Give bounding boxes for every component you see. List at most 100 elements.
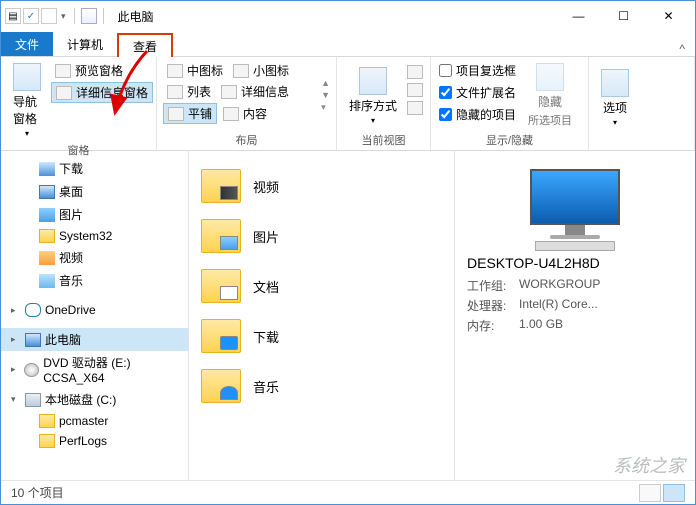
ribbon-collapse-button[interactable]: ^: [669, 42, 695, 56]
detail-row: 内存:1.00 GB: [467, 317, 683, 334]
music-icon: [39, 274, 55, 288]
ribbon-group-layout: 中图标 小图标 列表 详细信息 平铺 内容 ▲ ▼ ▾ 布局: [157, 57, 337, 150]
tree-system32[interactable]: System32: [1, 226, 188, 246]
tab-computer[interactable]: 计算机: [53, 32, 117, 56]
item-checkboxes-toggle[interactable]: 项目复选框: [437, 61, 518, 80]
list-icon: [167, 85, 183, 99]
layout-list[interactable]: 列表: [163, 82, 215, 101]
window-controls: — ☐ ✕: [556, 2, 691, 30]
ribbon-group-label: 当前视图: [343, 130, 424, 148]
quick-access-toolbar: ▤ ✓ ▾: [5, 8, 68, 24]
folder-icon: [39, 414, 55, 428]
file-extensions-toggle[interactable]: 文件扩展名: [437, 83, 518, 102]
pictures-icon: [39, 208, 55, 222]
folder-videos-icon: [201, 169, 241, 203]
ribbon-group-options: 选项 ▾: [589, 57, 695, 150]
scroll-up-icon[interactable]: ▲: [321, 78, 330, 88]
chevron-down-icon: ▾: [371, 116, 375, 125]
layout-medium-icons[interactable]: 中图标: [163, 61, 227, 80]
ribbon-group-current-view: 排序方式 ▾ 当前视图: [337, 57, 431, 150]
preview-pane-icon: [55, 64, 71, 78]
add-columns-icon[interactable]: [407, 83, 423, 97]
folder-downloads-icon: [201, 319, 241, 353]
tree-perflogs[interactable]: PerfLogs: [1, 431, 188, 451]
tree-dvd-drive[interactable]: ▸DVD 驱动器 (E:) CCSA_X64: [1, 351, 188, 388]
qat-new-icon[interactable]: [41, 8, 57, 24]
file-list[interactable]: 视频 图片 文档 下载 音乐: [189, 151, 455, 480]
qat-checkbox-icon[interactable]: ✓: [23, 8, 39, 24]
small-icons-icon: [233, 64, 249, 78]
tree-onedrive[interactable]: ▸OneDrive: [1, 300, 188, 320]
folder-documents-icon: [201, 269, 241, 303]
details-pane: DESKTOP-U4L2H8D 工作组:WORKGROUP 处理器:Intel(…: [455, 151, 695, 480]
details-icon: [221, 85, 237, 99]
options-icon: [601, 69, 629, 97]
view-details-button[interactable]: [639, 484, 661, 502]
list-item-downloads[interactable]: 下载: [195, 311, 448, 361]
options-button[interactable]: 选项 ▾: [595, 61, 635, 134]
folder-music-icon: [201, 369, 241, 403]
minimize-button[interactable]: —: [556, 2, 601, 30]
list-item-pictures[interactable]: 图片: [195, 211, 448, 261]
ribbon-group-label: 布局: [163, 130, 330, 148]
tree-videos[interactable]: 视频: [1, 246, 188, 269]
dvd-icon: [24, 363, 39, 377]
layout-small-icons[interactable]: 小图标: [229, 61, 293, 80]
status-bar: 10 个项目: [1, 480, 695, 504]
this-pc-icon: [81, 8, 97, 24]
hide-icon: [536, 63, 564, 91]
layout-details[interactable]: 详细信息: [217, 82, 293, 101]
navigation-tree[interactable]: 下载 桌面 图片 System32 视频 音乐 ▸OneDrive ▸此电脑 ▸…: [1, 151, 189, 480]
close-button[interactable]: ✕: [646, 2, 691, 30]
tree-local-disk[interactable]: ▾本地磁盘 (C:): [1, 388, 188, 411]
computer-name: DESKTOP-U4L2H8D: [467, 255, 683, 271]
detail-row: 工作组:WORKGROUP: [467, 277, 683, 294]
layout-tiles[interactable]: 平铺: [163, 103, 217, 124]
chevron-down-icon: ▾: [613, 118, 617, 127]
desktop-icon: [39, 185, 55, 199]
group-by-icon[interactable]: [407, 65, 423, 79]
tab-file[interactable]: 文件: [1, 32, 53, 56]
hidden-items-toggle[interactable]: 隐藏的项目: [437, 105, 518, 124]
chevron-down-icon: ▾: [25, 129, 29, 138]
size-columns-icon[interactable]: [407, 101, 423, 115]
content-icon: [223, 107, 239, 121]
tree-pictures[interactable]: 图片: [1, 203, 188, 226]
folder-pictures-icon: [201, 219, 241, 253]
tree-desktop[interactable]: 桌面: [1, 180, 188, 203]
sort-by-button[interactable]: 排序方式 ▾: [343, 61, 403, 130]
qat-dropdown-icon[interactable]: ▾: [59, 11, 68, 22]
ribbon-group-label: 显示/隐藏: [437, 130, 582, 148]
tab-view[interactable]: 查看: [117, 33, 173, 57]
list-item-videos[interactable]: 视频: [195, 161, 448, 211]
list-item-documents[interactable]: 文档: [195, 261, 448, 311]
preview-pane-button[interactable]: 预览窗格: [51, 61, 153, 80]
tiles-icon: [168, 107, 184, 121]
view-large-icons-button[interactable]: [663, 484, 685, 502]
onedrive-icon: [25, 303, 41, 317]
list-item-music[interactable]: 音乐: [195, 361, 448, 411]
medium-icons-icon: [167, 64, 183, 78]
title-bar: ▤ ✓ ▾ 此电脑 — ☐ ✕: [1, 1, 695, 31]
tree-this-pc[interactable]: ▸此电脑: [1, 328, 188, 351]
navigation-pane-button[interactable]: 导航窗格 ▾: [7, 61, 47, 140]
ribbon-tabs: 文件 计算机 查看 ^: [1, 31, 695, 57]
navigation-pane-label: 导航窗格: [13, 93, 41, 127]
ribbon-group-label: [595, 134, 688, 148]
scroll-more-icon[interactable]: ▾: [321, 102, 330, 113]
folder-icon: [39, 434, 55, 448]
tree-music[interactable]: 音乐: [1, 269, 188, 292]
hide-selected-button[interactable]: 隐藏 所选项目: [522, 61, 578, 130]
ribbon-group-panes: 导航窗格 ▾ 预览窗格 详细信息窗格 窗格: [1, 57, 157, 150]
maximize-button[interactable]: ☐: [601, 2, 646, 30]
qat-properties-icon[interactable]: ▤: [5, 8, 21, 24]
details-pane-button[interactable]: 详细信息窗格: [51, 82, 153, 103]
layout-content[interactable]: 内容: [219, 103, 271, 124]
tree-pcmaster[interactable]: pcmaster: [1, 411, 188, 431]
ribbon-group-show-hide: 项目复选框 文件扩展名 隐藏的项目 隐藏 所选项目 显示/隐藏: [431, 57, 589, 150]
tree-downloads[interactable]: 下载: [1, 157, 188, 180]
computer-icon: [520, 169, 630, 239]
downloads-icon: [39, 162, 55, 176]
scroll-down-icon[interactable]: ▼: [321, 90, 330, 100]
separator: [103, 8, 104, 24]
